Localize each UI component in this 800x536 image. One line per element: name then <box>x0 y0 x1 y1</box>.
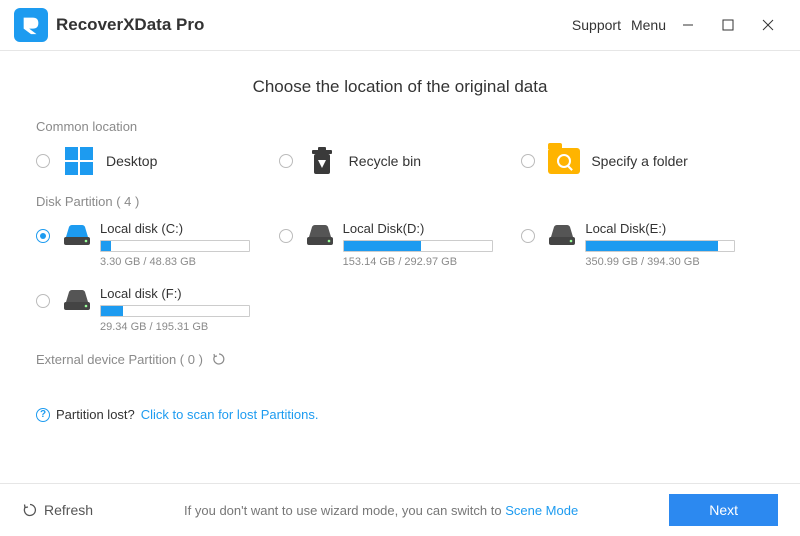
app-name: RecoverXData Pro <box>56 15 204 35</box>
page-heading: Choose the location of the original data <box>36 77 764 97</box>
disk-usage-bar <box>100 240 250 252</box>
external-refresh-icon[interactable] <box>211 351 227 367</box>
maximize-button[interactable] <box>710 11 746 39</box>
disk-name: Local disk (C:) <box>100 221 265 236</box>
section-disk: Disk Partition ( 4 ) <box>36 194 764 209</box>
location-folder[interactable]: Specify a folder <box>521 146 764 176</box>
support-link[interactable]: Support <box>572 17 621 33</box>
help-icon: ? <box>36 408 50 422</box>
location-recycle[interactable]: Recycle bin <box>279 146 522 176</box>
disk-size: 350.99 GB / 394.30 GB <box>585 256 750 268</box>
next-button[interactable]: Next <box>669 494 778 526</box>
scene-mode-link[interactable]: Scene Mode <box>505 503 578 518</box>
section-external: External device Partition ( 0 ) <box>36 351 764 367</box>
footer-hint: If you don't want to use wizard mode, yo… <box>93 503 669 518</box>
titlebar: RecoverXData Pro Support Menu <box>0 0 800 51</box>
disk-grid: Local disk (C:) 3.30 GB / 48.83 GB Local… <box>36 221 764 333</box>
footer: Refresh If you don't want to use wizard … <box>0 483 800 536</box>
menu-link[interactable]: Menu <box>631 17 666 33</box>
radio-desktop[interactable] <box>36 154 50 168</box>
hdd-icon <box>62 223 92 252</box>
location-desktop[interactable]: Desktop <box>36 146 279 176</box>
hdd-icon <box>305 223 335 252</box>
disk-item[interactable]: Local disk (F:) 29.34 GB / 195.31 GB <box>36 286 279 333</box>
disk-item[interactable]: Local Disk(E:) 350.99 GB / 394.30 GB <box>521 221 764 268</box>
refresh-button[interactable]: Refresh <box>22 502 93 518</box>
radio-disk[interactable] <box>36 294 50 308</box>
recycle-icon <box>305 146 339 176</box>
disk-size: 29.34 GB / 195.31 GB <box>100 321 265 333</box>
disk-size: 153.14 GB / 292.97 GB <box>343 256 508 268</box>
location-label: Specify a folder <box>591 153 688 169</box>
disk-item[interactable]: Local disk (C:) 3.30 GB / 48.83 GB <box>36 221 279 268</box>
minimize-button[interactable] <box>670 11 706 39</box>
radio-disk[interactable] <box>521 229 535 243</box>
radio-disk[interactable] <box>36 229 50 243</box>
disk-item[interactable]: Local Disk(D:) 153.14 GB / 292.97 GB <box>279 221 522 268</box>
windows-icon <box>62 146 96 176</box>
partition-lost-hint: ? Partition lost? Click to scan for lost… <box>36 407 764 422</box>
section-common: Common location <box>36 119 764 134</box>
hdd-icon <box>547 223 577 252</box>
disk-name: Local Disk(D:) <box>343 221 508 236</box>
disk-usage-bar <box>585 240 735 252</box>
close-button[interactable] <box>750 11 786 39</box>
disk-name: Local Disk(E:) <box>585 221 750 236</box>
app-logo <box>14 8 48 42</box>
radio-recycle[interactable] <box>279 154 293 168</box>
folder-icon <box>547 146 581 176</box>
hdd-icon <box>62 288 92 317</box>
radio-folder[interactable] <box>521 154 535 168</box>
disk-usage-bar <box>343 240 493 252</box>
location-label: Recycle bin <box>349 153 421 169</box>
location-label: Desktop <box>106 153 157 169</box>
disk-name: Local disk (F:) <box>100 286 265 301</box>
common-row: Desktop Recycle bin Specify a folder <box>36 146 764 176</box>
main-content: Choose the location of the original data… <box>0 51 800 483</box>
scan-lost-link[interactable]: Click to scan for lost Partitions. <box>141 407 319 422</box>
radio-disk[interactable] <box>279 229 293 243</box>
disk-size: 3.30 GB / 48.83 GB <box>100 256 265 268</box>
disk-usage-bar <box>100 305 250 317</box>
refresh-icon <box>22 502 38 518</box>
